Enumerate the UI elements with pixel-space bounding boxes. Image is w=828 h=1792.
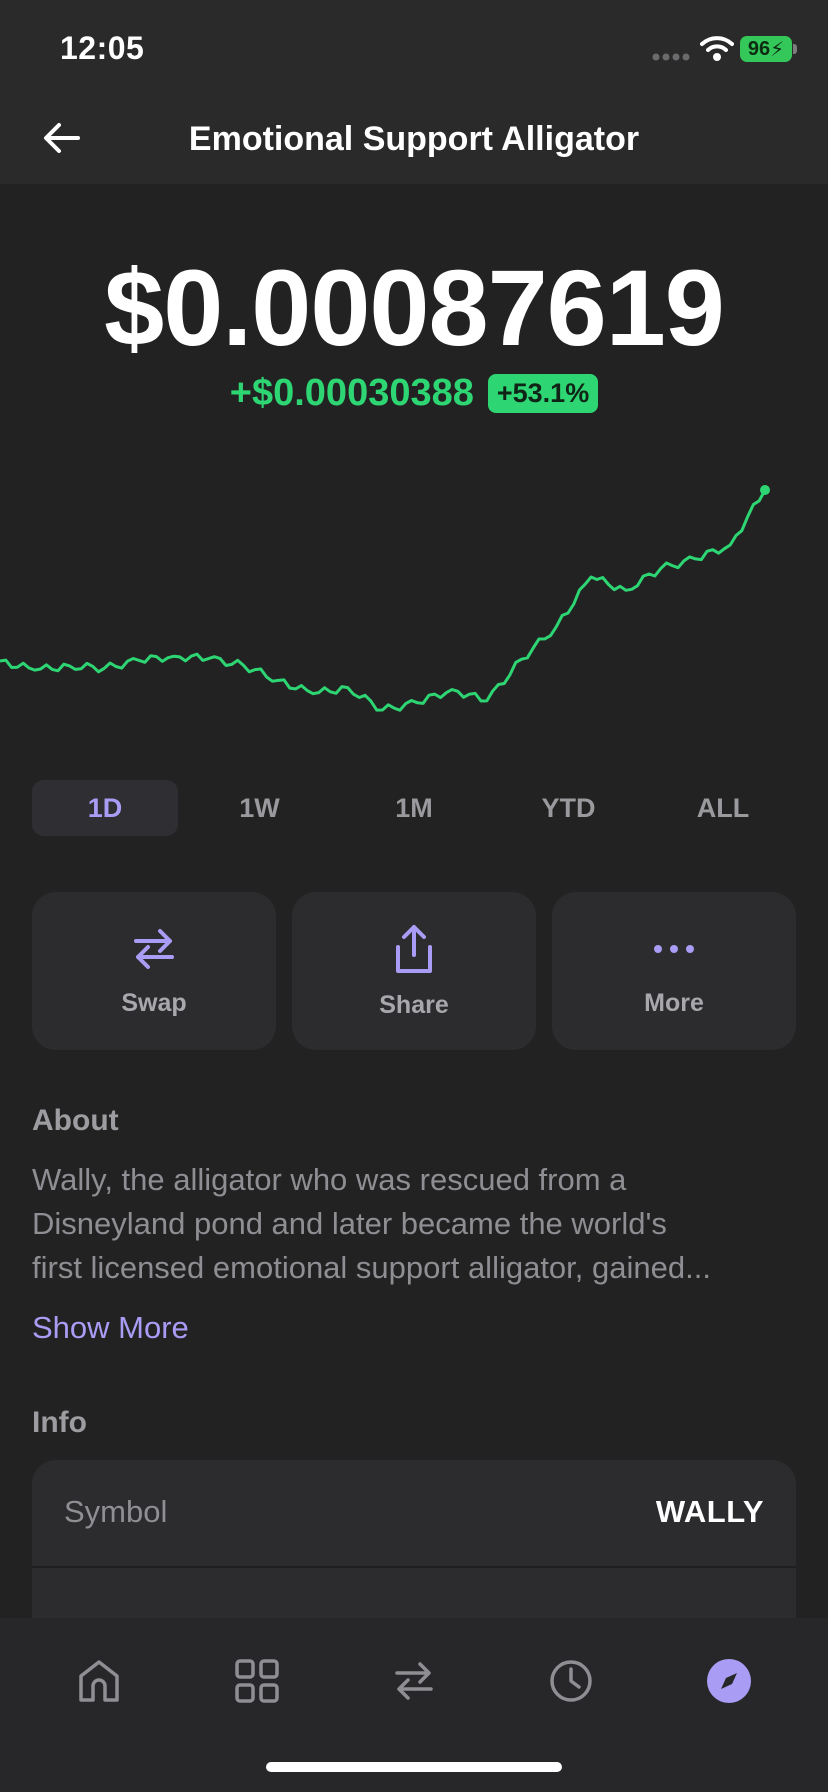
tab-home[interactable] [64, 1646, 134, 1716]
about-description: Wally, the alligator who was rescued fro… [32, 1158, 798, 1290]
more-dots-icon [654, 944, 694, 953]
info-heading: Info [32, 1406, 87, 1439]
price-chart[interactable] [0, 460, 828, 730]
current-price: $0.00087619 [104, 247, 725, 368]
range-selector: 1D 1W 1M YTD ALL [32, 780, 796, 836]
nav-bar: Emotional Support Alligator [0, 92, 828, 184]
status-bar: 12:05 96 ⚡ [0, 0, 828, 92]
tab-swap[interactable] [379, 1646, 449, 1716]
price-line-endpoint [760, 485, 770, 495]
status-time: 12:05 [60, 30, 145, 66]
share-icon [396, 924, 432, 973]
share-label: Share [379, 990, 449, 1019]
range-tab-ytd[interactable]: YTD [496, 780, 642, 836]
more-button[interactable]: More [552, 892, 796, 1050]
show-more-link[interactable]: Show More [32, 1310, 189, 1346]
home-icon [79, 1660, 119, 1702]
home-indicator [266, 1762, 562, 1772]
tab-activity[interactable] [536, 1646, 606, 1716]
compass-icon [707, 1659, 751, 1703]
range-tab-1d[interactable]: 1D [32, 780, 178, 836]
about-heading: About [32, 1104, 119, 1137]
about-line: first licensed emotional support alligat… [32, 1250, 711, 1285]
swap-icon [395, 1662, 433, 1700]
battery-level: 96 [747, 37, 771, 60]
wifi-icon [700, 36, 734, 61]
info-key: Symbol [64, 1494, 168, 1529]
range-tab-1m[interactable]: 1M [341, 780, 487, 836]
more-label: More [644, 988, 704, 1017]
clock-icon [550, 1660, 592, 1702]
about-line: Disneyland pond and later became the wor… [32, 1206, 667, 1241]
battery-icon: 96 ⚡ [740, 36, 792, 62]
price-change-absolute: +$0.00030388 [229, 372, 474, 414]
about-line: Wally, the alligator who was rescued fro… [32, 1162, 627, 1197]
share-button[interactable]: Share [292, 892, 536, 1050]
range-tab-1w[interactable]: 1W [187, 780, 333, 836]
range-tab-all[interactable]: ALL [650, 780, 796, 836]
price-change-row: +$0.00030388 +53.1% [0, 372, 828, 415]
page-title: Emotional Support Alligator [188, 120, 640, 158]
battery-nub [793, 44, 797, 54]
swap-icon [134, 928, 174, 969]
action-buttons: Swap Share More [32, 892, 796, 1050]
info-row-symbol: Symbol WALLY [32, 1460, 796, 1568]
tab-apps[interactable] [222, 1646, 292, 1716]
info-value: WALLY [655, 1494, 764, 1529]
price-change-percent-badge: +53.1% [487, 374, 599, 413]
swap-label: Swap [121, 988, 187, 1017]
cellular-signal-icon [652, 53, 690, 61]
tab-explore[interactable] [694, 1646, 764, 1716]
swap-button[interactable]: Swap [32, 892, 276, 1050]
price-line [0, 489, 767, 712]
grid-icon [235, 1659, 279, 1703]
